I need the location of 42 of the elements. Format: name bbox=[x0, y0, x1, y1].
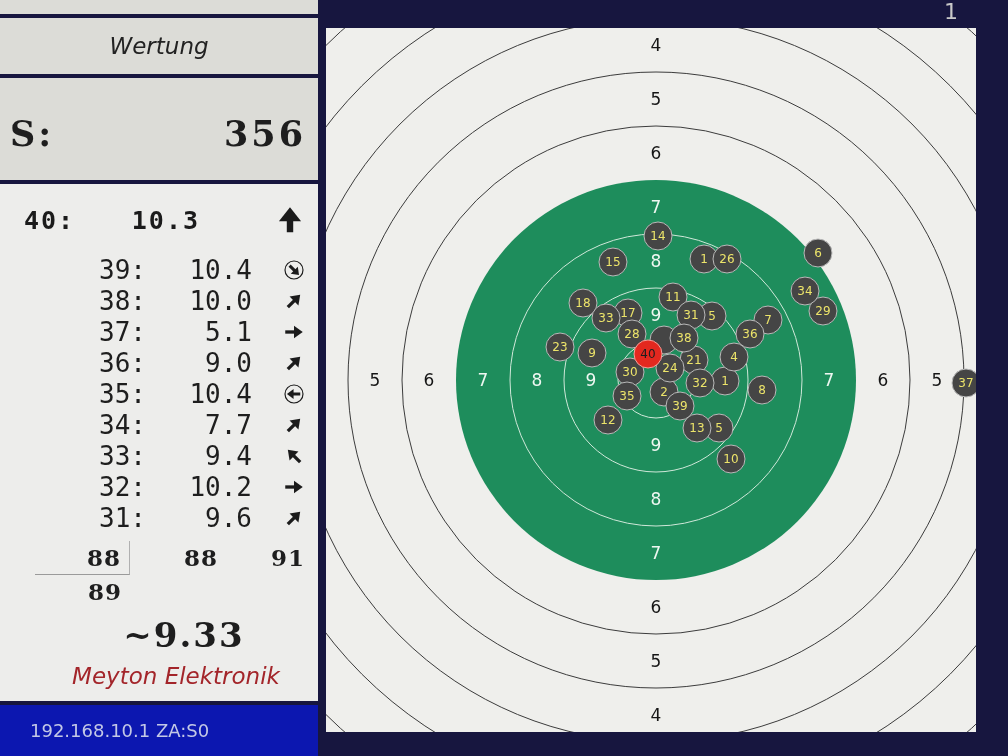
shot-number: 39: bbox=[99, 254, 146, 285]
ring-number: 4 bbox=[650, 35, 662, 55]
status-text: 192.168.10.1 ZA:S0 bbox=[30, 720, 210, 741]
ring-number: 5 bbox=[369, 370, 381, 390]
lane-number: 1 bbox=[944, 0, 958, 24]
shot-score: 10.4 bbox=[189, 254, 252, 285]
shot-score: 10.3 bbox=[131, 205, 200, 235]
shot-score: 9.4 bbox=[205, 440, 252, 471]
shot-number: 33: bbox=[99, 440, 146, 471]
shot-score: 10.4 bbox=[189, 378, 252, 409]
shot-number: 32: bbox=[99, 471, 146, 502]
ring-number: 5 bbox=[650, 651, 662, 671]
series-score: 89 bbox=[87, 577, 123, 607]
shot-score: 10.2 bbox=[189, 471, 252, 502]
shot-number: 37: bbox=[99, 316, 146, 347]
shot-number: 36: bbox=[99, 347, 146, 378]
shot-number: 38: bbox=[99, 285, 146, 316]
ring-number: 4 bbox=[650, 705, 662, 725]
shot-score: 9.0 bbox=[205, 347, 252, 378]
series-score: 88 bbox=[35, 541, 130, 575]
shot-score: 7.7 bbox=[205, 409, 252, 440]
shot-number: 40: bbox=[24, 205, 76, 235]
series-score: 88 bbox=[183, 543, 219, 573]
average-score: ~9.33 bbox=[123, 615, 245, 655]
total-label: S: bbox=[10, 112, 55, 154]
shot-score: 5.1 bbox=[205, 316, 252, 347]
shot-number: 31: bbox=[99, 502, 146, 533]
ring-number: 6 bbox=[650, 597, 662, 617]
ring-number: 5 bbox=[650, 89, 662, 109]
ring-number: 6 bbox=[650, 143, 662, 163]
total-score: 356 bbox=[223, 112, 306, 154]
shot-marker: 37 bbox=[951, 368, 976, 398]
shot-number: 34: bbox=[99, 409, 146, 440]
ring-number: 6 bbox=[877, 370, 889, 390]
ring-number: 6 bbox=[423, 370, 435, 390]
shot-score: 10.0 bbox=[189, 285, 252, 316]
shot-number: 35: bbox=[99, 378, 146, 409]
brand-name: Meyton Elektronik bbox=[72, 663, 280, 689]
ring-number: 5 bbox=[931, 370, 943, 390]
series-score: 91 bbox=[270, 543, 306, 573]
mode-label: Wertung bbox=[109, 33, 209, 59]
shot-score: 9.6 bbox=[205, 502, 252, 533]
